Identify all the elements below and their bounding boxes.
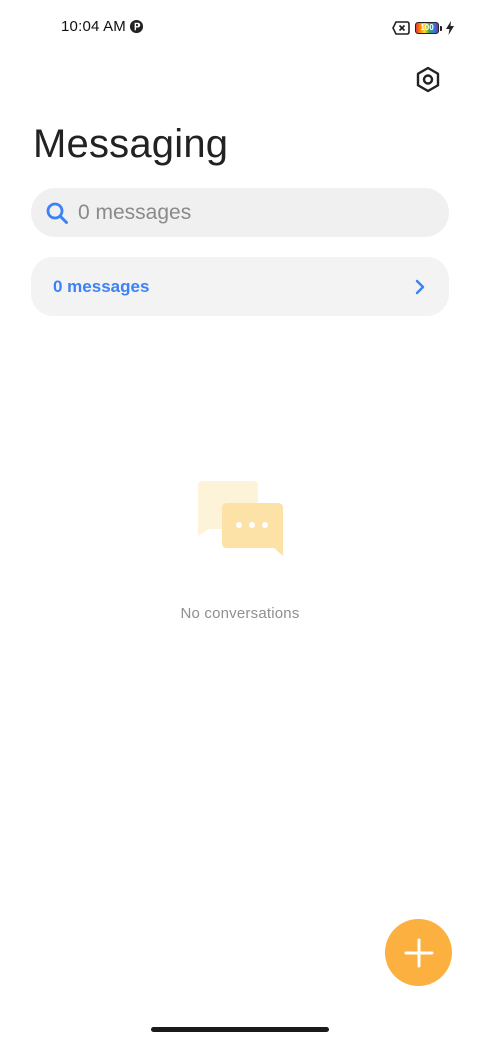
plus-icon [404,938,433,967]
status-right-icons: 100 [392,19,454,37]
home-indicator[interactable] [151,1027,329,1032]
status-bar: 10:04 AM 100 [0,0,480,56]
messages-row-label: 0 messages [53,276,150,296]
battery-level: 100 [415,22,439,34]
search-bar[interactable] [31,188,449,237]
empty-state-text: No conversations [180,605,300,622]
messages-row[interactable]: 0 messages [31,257,449,316]
gear-icon [416,66,440,93]
no-sim-icon [392,21,410,35]
settings-button[interactable] [410,62,446,98]
status-time: 10:04 AM [61,18,126,35]
chevron-right-icon [415,279,425,294]
page-title: Messaging [33,122,229,166]
battery-icon: 100 [415,22,442,34]
new-conversation-button[interactable] [385,919,452,986]
chat-bubbles-icon [198,481,283,556]
charging-bolt-icon [446,21,454,35]
search-icon [46,202,68,224]
search-input[interactable] [78,200,408,225]
app-indicator-icon [129,19,144,34]
